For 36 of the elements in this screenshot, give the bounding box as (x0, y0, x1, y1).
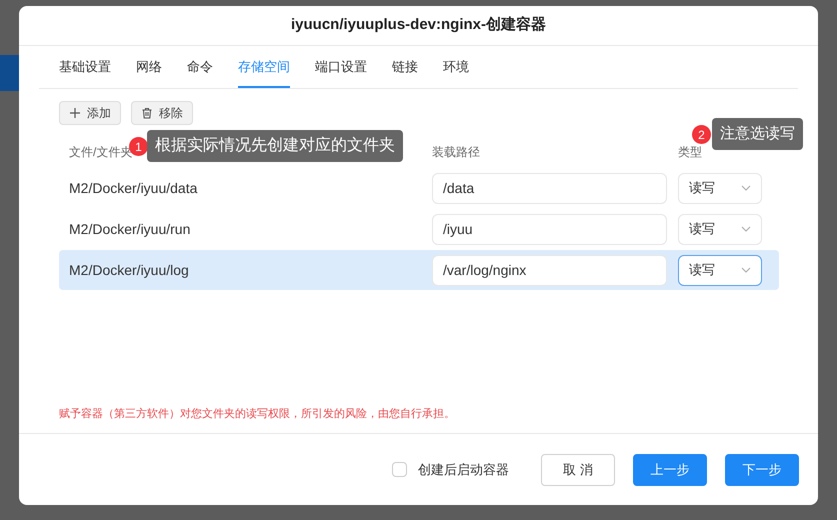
add-button[interactable]: 添加 (59, 101, 121, 125)
dialog-title: iyuucn/iyuuplus-dev:nginx-创建容器 (290, 15, 546, 36)
column-header: 装载路径 (432, 145, 480, 159)
table-cell-text: M2/Docker/iyuu/log (69, 260, 190, 280)
chevron-down-icon (741, 226, 751, 232)
plus-icon (69, 107, 81, 119)
mount-path-field[interactable]: /iyuu (432, 214, 667, 244)
checkbox[interactable] (392, 462, 407, 477)
type-select[interactable]: 读写 (678, 254, 762, 286)
column-header: 类型 (678, 144, 702, 161)
checkbox-label: 创建后启动容器 (418, 460, 509, 479)
mount-path-field[interactable]: /data (432, 172, 667, 204)
type-select[interactable]: 读写 (678, 172, 762, 204)
tab[interactable]: 环境 (443, 56, 469, 88)
tab[interactable]: 链接 (392, 56, 418, 88)
type-select[interactable]: 读写 (678, 214, 762, 244)
remove-button[interactable]: 移除 (131, 101, 193, 125)
mount-path-field[interactable]: /var/log/nginx (432, 254, 667, 286)
step-button[interactable]: 上一步 (633, 454, 707, 486)
table-cell-text: M2/Docker/iyuu/run (69, 220, 192, 239)
table-cell-text: M2/Docker/iyuu/data (69, 178, 198, 198)
tooltip: 根据实际情况先创建对应的文件夹 (147, 130, 403, 162)
cancel-button[interactable]: 取 消 (541, 454, 615, 486)
tab[interactable]: 基础设置 (59, 56, 111, 88)
trash-icon (141, 107, 153, 119)
tab[interactable]: 存储空间 (238, 56, 290, 88)
chevron-down-icon (741, 267, 751, 273)
tab[interactable]: 命令 (187, 56, 213, 88)
tab[interactable]: 网络 (136, 56, 162, 88)
tab[interactable]: 端口设置 (315, 56, 367, 88)
chevron-down-icon (741, 185, 751, 191)
tooltip: 注意选读写 (712, 118, 803, 150)
table-row[interactable]: M2/Docker/iyuu/log /var/log/nginx 读写 (59, 250, 779, 290)
warning-text: 赋予容器（第三方软件）对您文件夹的读写权限，所引发的风险，由您自行承担。 (59, 408, 455, 420)
step-button[interactable]: 下一步 (725, 454, 799, 486)
background-header-bar (0, 55, 19, 91)
